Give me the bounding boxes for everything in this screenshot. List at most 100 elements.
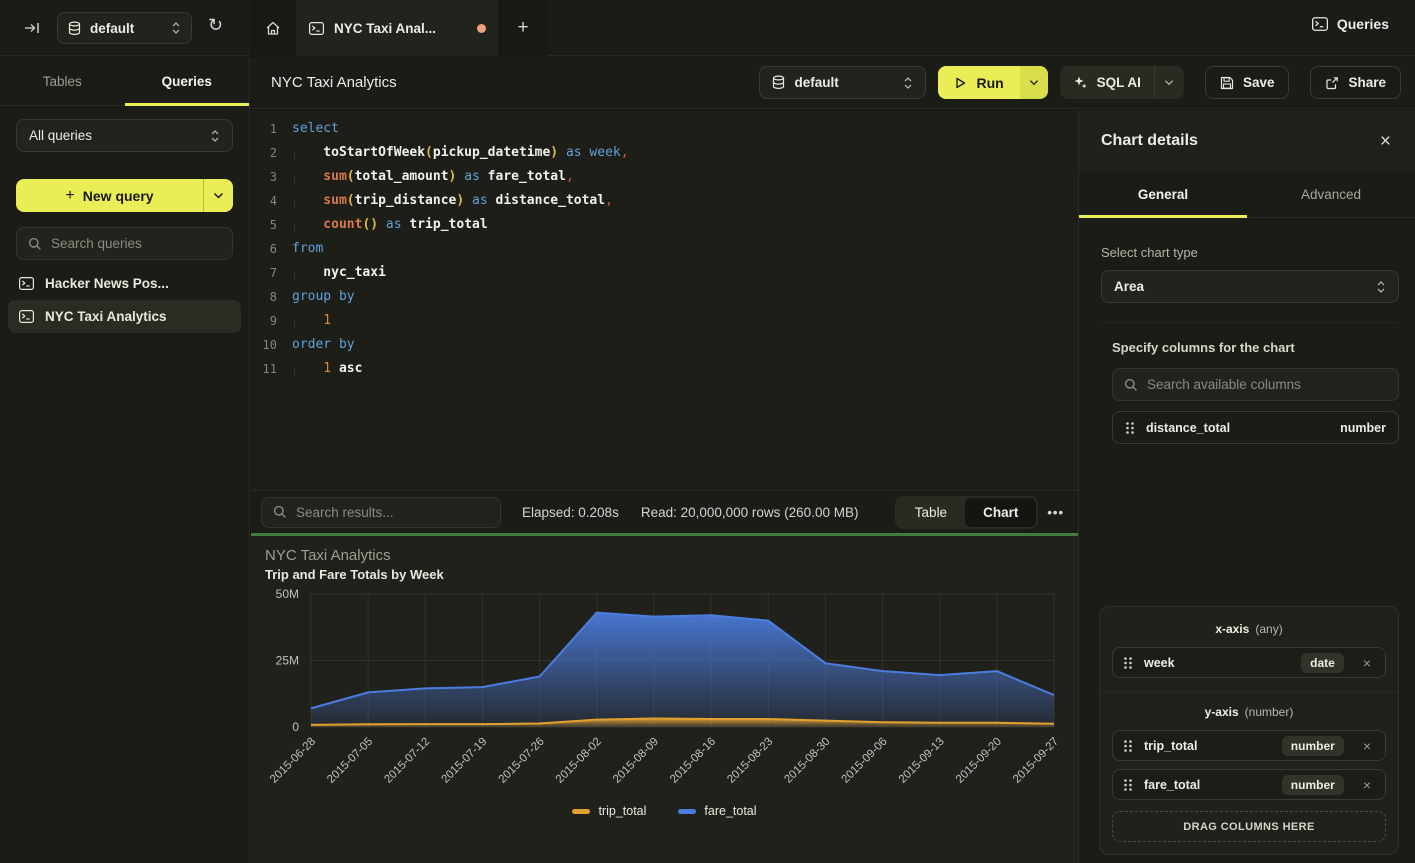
queries-top-button[interactable]: Queries: [1312, 16, 1389, 32]
editor-line[interactable]: 6from: [251, 237, 1078, 261]
save-label: Save: [1243, 75, 1275, 90]
terminal-icon: [1312, 17, 1328, 31]
line-number: 1: [251, 117, 277, 141]
svg-text:2015-08-02: 2015-08-02: [554, 736, 604, 786]
plus-icon: +: [65, 187, 74, 205]
remove-column-icon[interactable]: ×: [1359, 655, 1375, 671]
available-column-chip[interactable]: distance_totalnumber: [1112, 411, 1399, 444]
tab-title: NYC Taxi Anal...: [334, 21, 467, 36]
view-toggle-table[interactable]: Table: [897, 498, 965, 527]
search-results-field[interactable]: [261, 497, 501, 528]
tab-nyc-taxi-analytics[interactable]: NYC Taxi Anal...: [297, 0, 498, 56]
sidebar-query-item[interactable]: NYC Taxi Analytics: [8, 300, 241, 333]
search-columns-input[interactable]: [1147, 377, 1387, 392]
svg-text:2015-06-28: 2015-06-28: [268, 736, 318, 786]
column-type-badge: number: [1282, 775, 1344, 795]
terminal-icon: [19, 277, 34, 290]
area-chart[interactable]: 025M50M2015-06-282015-07-052015-07-12201…: [251, 586, 1078, 804]
share-button[interactable]: Share: [1310, 66, 1401, 99]
axis-config-card: x-axis(any) weekdate× y-axis(number) tri…: [1099, 606, 1399, 855]
terminal-icon: [19, 310, 34, 323]
axis-column-chip[interactable]: fare_total number ×: [1112, 769, 1386, 800]
queries-label: Queries: [1337, 16, 1389, 32]
editor-line[interactable]: 111 asc: [251, 357, 1078, 381]
unsaved-dot-icon: [477, 24, 486, 33]
line-number: 8: [251, 285, 277, 309]
tab-advanced[interactable]: Advanced: [1247, 172, 1415, 217]
sidebar-tab-queries[interactable]: Queries: [125, 57, 250, 105]
chevron-updown-icon: [903, 76, 913, 90]
tab-general[interactable]: General: [1079, 172, 1247, 217]
collapse-sidebar-icon[interactable]: [24, 21, 41, 35]
chart-panel: NYC Taxi Analytics Trip and Fare Totals …: [251, 536, 1078, 863]
sidebar: Tables Queries All queries + New query H…: [0, 57, 250, 863]
drag-handle-icon[interactable]: [1123, 656, 1133, 670]
sidebar-tabs: Tables Queries: [0, 57, 249, 106]
legend-label: fare_total: [704, 804, 756, 818]
refresh-icon[interactable]: ↻: [208, 15, 223, 36]
close-icon[interactable]: ×: [1380, 132, 1391, 151]
save-button[interactable]: Save: [1205, 66, 1290, 99]
panel-tabs: General Advanced: [1079, 172, 1415, 218]
search-columns-field[interactable]: [1112, 368, 1399, 401]
search-queries-field[interactable]: [16, 227, 233, 260]
new-query-button[interactable]: + New query: [16, 179, 233, 212]
drag-handle-icon[interactable]: [1123, 739, 1133, 753]
axis-column-chip[interactable]: weekdate×: [1112, 647, 1386, 678]
editor-line[interactable]: 10order by: [251, 333, 1078, 357]
column-name: fare_total: [1144, 778, 1200, 792]
sidebar-query-item[interactable]: Hacker News Pos...: [8, 267, 241, 300]
legend-item-fare_total[interactable]: fare_total: [678, 804, 756, 818]
topbar-database-selector[interactable]: default: [57, 12, 192, 44]
legend-swatch: [678, 809, 696, 814]
search-queries-input[interactable]: [51, 236, 221, 251]
chevron-updown-icon: [171, 21, 181, 35]
remove-column-icon[interactable]: ×: [1359, 738, 1375, 754]
run-button[interactable]: Run: [938, 66, 1047, 99]
run-database-selector[interactable]: default: [759, 66, 926, 99]
drag-handle-icon[interactable]: [1123, 778, 1133, 792]
svg-text:2015-09-13: 2015-09-13: [897, 736, 947, 786]
drag-handle-icon[interactable]: [1125, 421, 1135, 435]
svg-text:2015-07-26: 2015-07-26: [497, 736, 547, 786]
editor-line[interactable]: 4sum(trip_distance) as distance_total,: [251, 189, 1078, 213]
tab-home[interactable]: [250, 0, 297, 56]
sql-ai-button[interactable]: SQL AI: [1060, 66, 1184, 99]
new-query-dropdown[interactable]: [203, 179, 233, 212]
svg-text:2015-07-12: 2015-07-12: [382, 736, 432, 786]
sidebar-tab-tables[interactable]: Tables: [0, 57, 125, 105]
editor-line[interactable]: 2toStartOfWeek(pickup_datetime) as week,: [251, 141, 1078, 165]
editor-line[interactable]: 3sum(total_amount) as fare_total,: [251, 165, 1078, 189]
chart-type-select[interactable]: Area: [1101, 270, 1399, 303]
chevron-updown-icon: [210, 129, 220, 143]
query-filter-select[interactable]: All queries: [16, 119, 233, 152]
run-dropdown[interactable]: [1020, 66, 1048, 99]
results-more-icon[interactable]: •••: [1047, 505, 1064, 520]
sparkle-icon: [1073, 75, 1088, 90]
sql-editor[interactable]: 1select2toStartOfWeek(pickup_datetime) a…: [251, 110, 1078, 490]
x-axis-heading: x-axis(any): [1112, 622, 1386, 636]
column-type: number: [1340, 421, 1386, 435]
view-toggle-chart[interactable]: Chart: [965, 498, 1036, 527]
legend-item-trip_total[interactable]: trip_total: [572, 804, 646, 818]
search-results-input[interactable]: [296, 505, 489, 520]
share-icon: [1325, 76, 1339, 90]
play-icon: [954, 76, 967, 90]
sql-ai-dropdown[interactable]: [1154, 66, 1184, 99]
search-icon: [28, 237, 42, 251]
remove-column-icon[interactable]: ×: [1359, 777, 1375, 793]
svg-text:2015-09-06: 2015-09-06: [840, 736, 890, 786]
column-type-badge: date: [1301, 653, 1344, 673]
chart-legend: trip_total fare_total: [251, 804, 1078, 818]
new-tab-button[interactable]: +: [498, 0, 548, 56]
chart-type-label: Select chart type: [1101, 245, 1399, 260]
available-columns: distance_totalnumber: [1112, 411, 1399, 444]
editor-line[interactable]: 91: [251, 309, 1078, 333]
editor-line[interactable]: 1select: [251, 117, 1078, 141]
editor-line[interactable]: 5count() as trip_total: [251, 213, 1078, 237]
axis-column-chip[interactable]: trip_totalnumber×: [1112, 730, 1386, 761]
drop-zone[interactable]: DRAG COLUMNS HERE: [1112, 811, 1386, 842]
editor-line[interactable]: 8group by: [251, 285, 1078, 309]
editor-line[interactable]: 7nyc_taxi: [251, 261, 1078, 285]
columns-label: Specify columns for the chart: [1112, 340, 1399, 355]
